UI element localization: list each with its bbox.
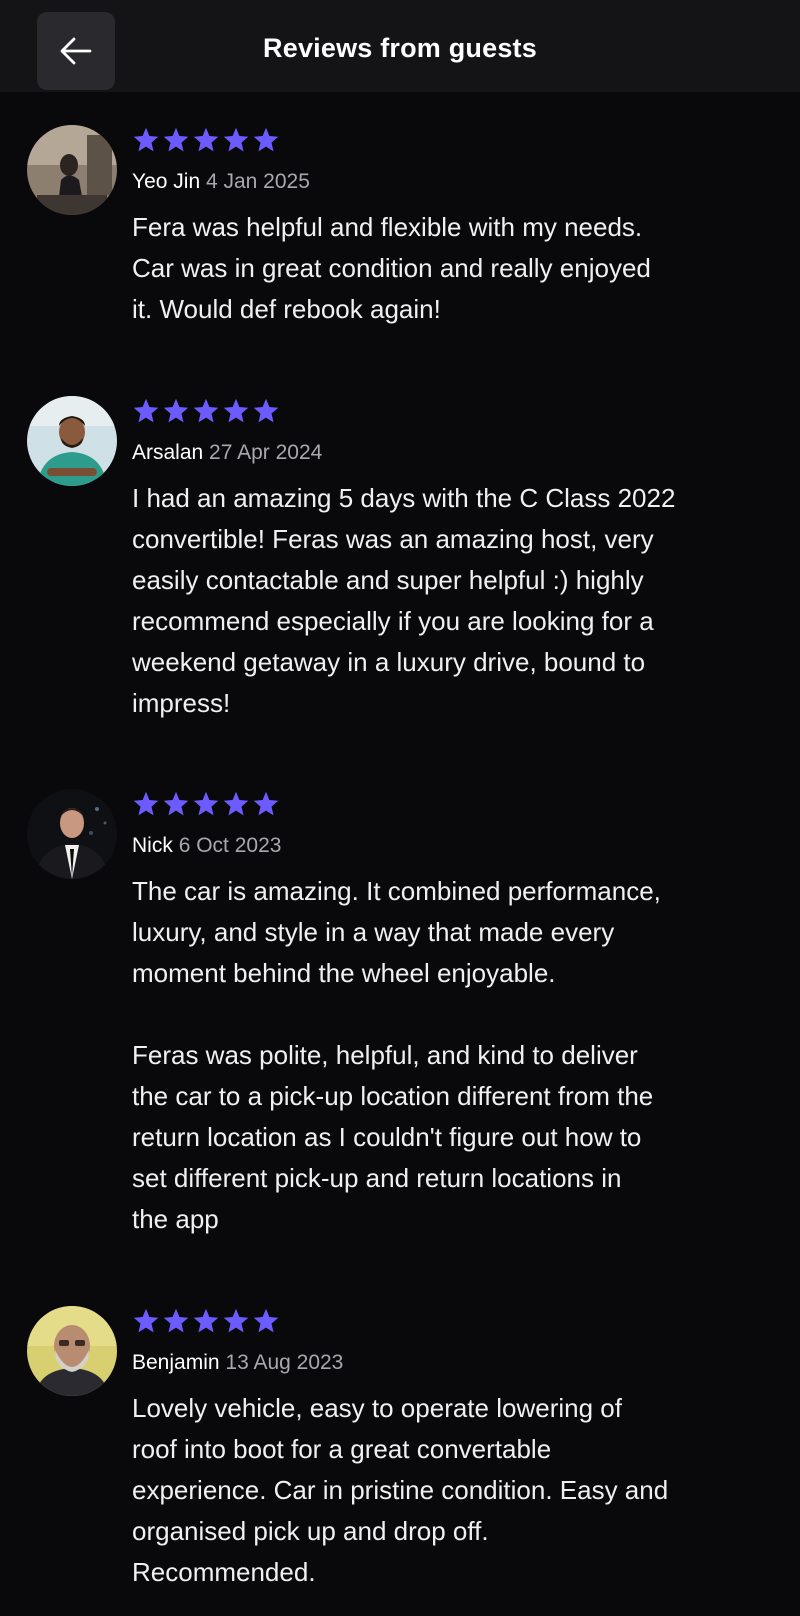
avatar: [27, 396, 117, 486]
page-title: Reviews from guests: [263, 33, 537, 63]
star-icon: [253, 127, 279, 152]
star-icon: [163, 791, 189, 816]
review-content: Arsalan 27 Apr 2024 I had an amazing 5 d…: [132, 396, 772, 724]
review-text: Lovely vehicle, easy to operate lowering…: [132, 1393, 669, 1587]
star-icon: [133, 398, 159, 423]
avatar: [27, 789, 117, 879]
star-icon: [193, 791, 219, 816]
review-date: 6 Oct 2023: [178, 834, 282, 857]
star-icon: [253, 791, 279, 816]
star-rating: [132, 396, 772, 426]
star-icon: [223, 791, 249, 816]
star-rating: [132, 1306, 772, 1336]
star-rating: [132, 125, 772, 155]
star-icon: [193, 127, 219, 152]
star-icon: [253, 398, 279, 423]
review-content: Nick 6 Oct 2023 The car is amazing. It c…: [132, 789, 772, 1240]
star-icon: [163, 127, 189, 152]
review-meta: Benjamin 13 Aug 2023: [132, 1350, 772, 1376]
reviewer-name: Arsalan: [132, 441, 204, 464]
avatar: [27, 1306, 117, 1396]
star-icon: [253, 1308, 279, 1333]
star-icon: [133, 127, 159, 152]
review-meta: Nick 6 Oct 2023: [132, 833, 772, 859]
star-icon: [223, 398, 249, 423]
review-date: 4 Jan 2025: [205, 170, 310, 193]
top-bar: Reviews from guests: [0, 0, 800, 92]
reviewer-name: Yeo Jin: [132, 170, 201, 193]
star-icon: [193, 398, 219, 423]
star-icon: [223, 127, 249, 152]
star-icon: [193, 1308, 219, 1333]
review-text: The car is amazing. It combined performa…: [132, 876, 661, 1234]
review-meta: Arsalan 27 Apr 2024: [132, 440, 772, 466]
star-icon: [223, 1308, 249, 1333]
avatar: [27, 125, 117, 215]
review-date: 27 Apr 2024: [209, 441, 323, 464]
review-meta: Yeo Jin 4 Jan 2025: [132, 169, 772, 195]
reviewer-name: Nick: [132, 834, 173, 857]
star-icon: [133, 1308, 159, 1333]
star-rating: [132, 789, 772, 819]
review-content: Yeo Jin 4 Jan 2025 Fera was helpful and …: [132, 125, 772, 330]
star-icon: [163, 398, 189, 423]
star-icon: [163, 1308, 189, 1333]
star-icon: [133, 791, 159, 816]
reviewer-name: Benjamin: [132, 1351, 220, 1374]
review-date: 13 Aug 2023: [225, 1351, 344, 1374]
review-text: I had an amazing 5 days with the C Class…: [132, 483, 676, 718]
review-text: Fera was helpful and flexible with my ne…: [132, 212, 651, 324]
review-content: Benjamin 13 Aug 2023 Lovely vehicle, eas…: [132, 1306, 772, 1593]
